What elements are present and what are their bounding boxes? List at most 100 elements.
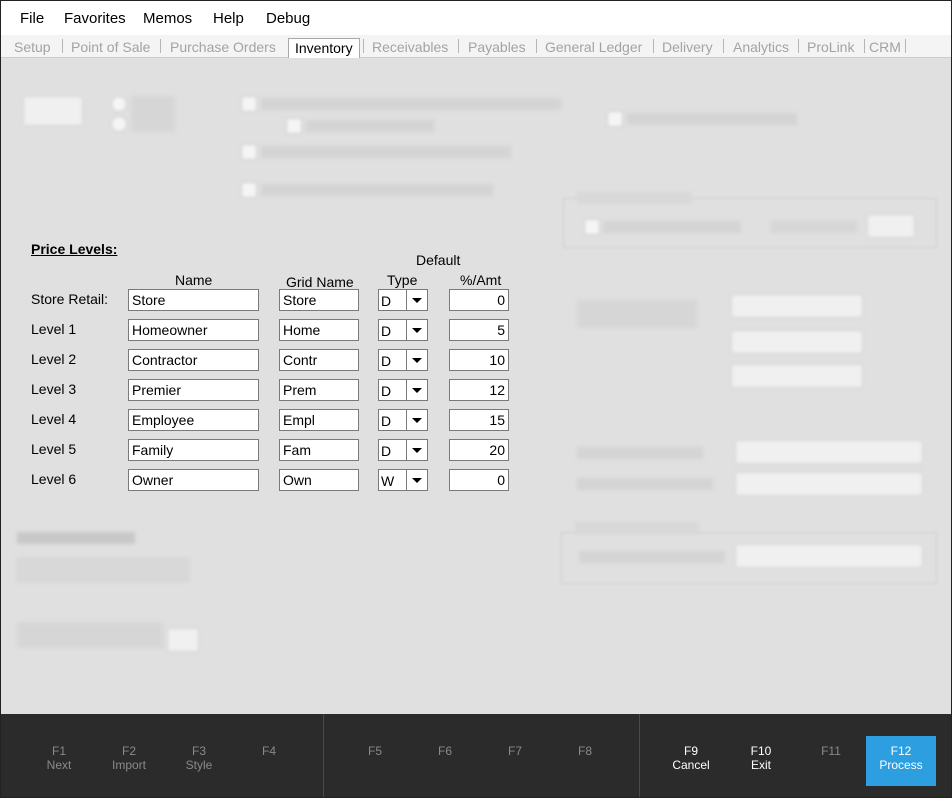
price-level-amount-input[interactable]: 0 — [449, 469, 509, 491]
price-levels-title: Price Levels: — [31, 241, 118, 257]
chevron-down-icon[interactable] — [406, 320, 427, 340]
price-level-grid-name-input[interactable]: Home — [279, 319, 359, 341]
fkey-f12-button[interactable]: F12 Process — [866, 736, 936, 786]
redacted-input[interactable] — [731, 330, 863, 354]
tab-purchase-orders[interactable]: Purchase Orders — [170, 39, 276, 55]
fkey-f2-button[interactable]: F2 Import — [94, 736, 164, 786]
price-level-name-input[interactable]: Store — [128, 289, 259, 311]
price-level-amount-input[interactable]: 20 — [449, 439, 509, 461]
fkey-code: F11 — [821, 744, 841, 758]
redacted-checkbox[interactable] — [286, 118, 302, 134]
redacted-label-block — [23, 96, 83, 126]
redacted-checkbox-label — [627, 113, 797, 125]
price-level-name-input[interactable]: Family — [128, 439, 259, 461]
fkey-f9-button[interactable]: F9 Cancel — [656, 736, 726, 786]
fkey-f3-button[interactable]: F3 Style — [164, 736, 234, 786]
price-level-type-select[interactable]: D — [378, 379, 428, 401]
redacted-label — [579, 551, 725, 563]
price-level-type-select[interactable]: W — [378, 469, 428, 491]
menu-debug[interactable]: Debug — [266, 10, 310, 27]
price-level-amount-input[interactable]: 5 — [449, 319, 509, 341]
price-level-amount-input[interactable]: 0 — [449, 289, 509, 311]
price-level-type-value: D — [381, 413, 392, 429]
redacted-input[interactable] — [867, 214, 915, 238]
price-level-grid-name-input[interactable]: Own — [279, 469, 359, 491]
header-default: Default — [416, 252, 461, 268]
menu-help[interactable]: Help — [213, 10, 244, 27]
redacted-radio[interactable] — [111, 116, 127, 132]
chevron-down-icon[interactable] — [406, 350, 427, 370]
fkey-f7-button[interactable]: F7 — [480, 736, 550, 786]
fkey-f8-button[interactable]: F8 — [550, 736, 620, 786]
fkey-f6-button[interactable]: F6 — [410, 736, 480, 786]
tab-delivery[interactable]: Delivery — [662, 39, 713, 55]
fkey-code: F12 — [890, 744, 912, 758]
price-level-type-select[interactable]: D — [378, 409, 428, 431]
redacted-input[interactable] — [167, 628, 199, 652]
price-level-grid-name-input[interactable]: Contr — [279, 349, 359, 371]
tab-setup[interactable]: Setup — [14, 39, 51, 55]
chevron-down-icon[interactable] — [406, 380, 427, 400]
redacted-input[interactable] — [731, 364, 863, 388]
menu-memos[interactable]: Memos — [143, 10, 192, 27]
tab-divider — [160, 39, 161, 53]
price-level-name-input[interactable]: Employee — [128, 409, 259, 431]
price-level-grid-name-input[interactable]: Store — [279, 289, 359, 311]
header-type: Type — [387, 272, 418, 288]
tab-inventory[interactable]: Inventory — [288, 38, 360, 59]
redacted-checkbox[interactable] — [241, 144, 257, 160]
chevron-down-icon[interactable] — [406, 470, 427, 490]
price-level-amount-input[interactable]: 10 — [449, 349, 509, 371]
redacted-dropdown[interactable] — [735, 544, 923, 568]
fkey-f4-button[interactable]: F4 — [234, 736, 304, 786]
redacted-dropdown[interactable] — [735, 440, 923, 464]
price-level-grid-name-input[interactable]: Empl — [279, 409, 359, 431]
tab-crm[interactable]: CRM — [869, 39, 901, 55]
tab-general-ledger[interactable]: General Ledger — [545, 39, 642, 55]
redacted-checkbox-label — [261, 146, 511, 158]
redacted-dropdown[interactable] — [735, 472, 923, 496]
redacted-radio[interactable] — [111, 96, 127, 112]
redacted-input-row[interactable] — [17, 558, 189, 582]
fkey-f1-button[interactable]: F1 Next — [24, 736, 94, 786]
fkey-f5-button[interactable]: F5 — [340, 736, 410, 786]
chevron-down-icon[interactable] — [406, 410, 427, 430]
redacted-checkbox[interactable] — [607, 111, 623, 127]
price-level-type-select[interactable]: D — [378, 289, 428, 311]
redacted-checkbox[interactable] — [584, 219, 600, 235]
redacted-checkbox-label — [306, 120, 434, 132]
tab-analytics[interactable]: Analytics — [733, 39, 789, 55]
price-level-name-input[interactable]: Premier — [128, 379, 259, 401]
fkey-code: F7 — [507, 744, 522, 758]
price-level-name-input[interactable]: Contractor — [128, 349, 259, 371]
fkey-f11-button[interactable]: F11 — [796, 736, 866, 786]
price-level-name-input[interactable]: Homeowner — [128, 319, 259, 341]
tab-payables[interactable]: Payables — [468, 39, 526, 55]
fkey-code: F1 — [51, 744, 66, 758]
tab-point-of-sale[interactable]: Point of Sale — [71, 39, 150, 55]
redacted-label — [577, 478, 713, 490]
chevron-down-icon[interactable] — [406, 290, 427, 310]
tab-receivables[interactable]: Receivables — [372, 39, 448, 55]
fkey-code: F6 — [437, 744, 452, 758]
price-level-grid-name-input[interactable]: Fam — [279, 439, 359, 461]
fkey-f10-button[interactable]: F10 Exit — [726, 736, 796, 786]
tab-prolink[interactable]: ProLink — [807, 39, 854, 55]
menu-file[interactable]: File — [20, 10, 44, 27]
price-level-amount-input[interactable]: 15 — [449, 409, 509, 431]
tab-divider — [653, 39, 654, 53]
price-level-amount-input[interactable]: 12 — [449, 379, 509, 401]
redacted-checkbox[interactable] — [241, 182, 257, 198]
price-level-type-select[interactable]: D — [378, 439, 428, 461]
price-level-name-input[interactable]: Owner — [128, 469, 259, 491]
chevron-down-icon[interactable] — [406, 440, 427, 460]
price-level-type-select[interactable]: D — [378, 349, 428, 371]
fkey-code: F10 — [750, 744, 772, 758]
menu-favorites[interactable]: Favorites — [64, 10, 126, 27]
tab-divider — [723, 39, 724, 53]
price-level-grid-name-input[interactable]: Prem — [279, 379, 359, 401]
fkey-code: F5 — [367, 744, 382, 758]
price-level-type-select[interactable]: D — [378, 319, 428, 341]
redacted-checkbox[interactable] — [241, 96, 257, 112]
redacted-input[interactable] — [731, 294, 863, 318]
